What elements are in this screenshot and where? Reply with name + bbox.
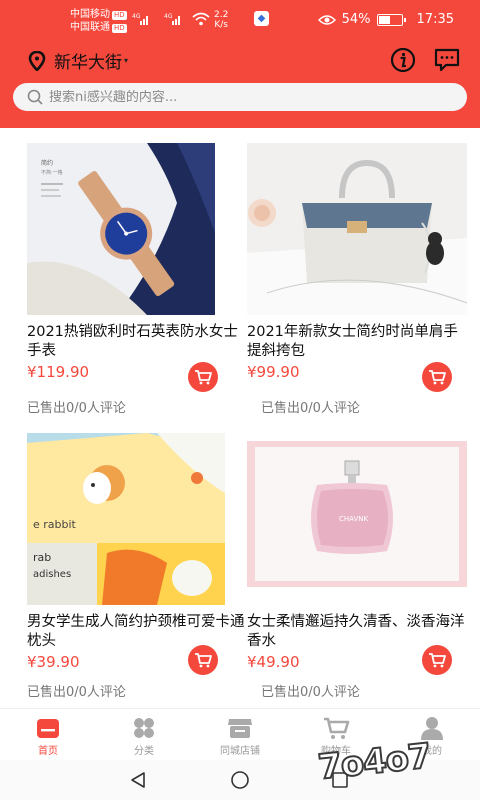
network-speed: 2.2 K/s (214, 10, 229, 30)
svg-text:4G: 4G (164, 13, 173, 20)
store-icon (228, 719, 252, 738)
location-label: 新华大街 (54, 53, 122, 73)
app-header: 新华大街 ▾ (0, 40, 480, 80)
home-icon (37, 719, 59, 738)
status-bar: 中国移动 HD 中国联通 HD 4G 4G 2.2 K/s ◆ 54% 17:35 (0, 0, 480, 40)
search-bar[interactable] (13, 83, 467, 111)
tab-label: 同城店铺 (220, 746, 260, 757)
eye-icon (317, 14, 336, 25)
svg-text:e rabbit: e rabbit (33, 518, 77, 531)
info-icon[interactable] (389, 46, 417, 74)
clock: 17:35 (416, 12, 454, 27)
hd-badge: HD (112, 11, 127, 20)
tab-label: 分类 (134, 746, 154, 757)
status-right: 54% 17:35 (317, 12, 454, 27)
svg-text:简约: 简约 (41, 159, 53, 167)
product-image-handbag[interactable] (247, 143, 467, 315)
product-title[interactable]: 男女学生成人简约护颈椎可爱卡通枕头 (27, 613, 247, 651)
tab-category[interactable]: 分类 (96, 709, 192, 760)
back-icon[interactable] (128, 770, 148, 790)
svg-text:CHAVNK: CHAVNK (339, 515, 369, 523)
signal-icon: 4G (132, 13, 148, 25)
product-card[interactable]: CHAVNK 女士柔情邂逅持久清香、淡香海洋香水 ¥49.90 已售出0/0人评… (247, 441, 467, 700)
product-card[interactable]: e rabbit rab adishes 男女学生成人简约护颈椎可爱卡通枕头 ¥… (27, 433, 247, 700)
category-icon (134, 718, 154, 738)
product-card[interactable]: 2021年新款女士简约时尚单肩手提斜挎包 ¥99.90 已售出0/0人评论 (247, 143, 467, 416)
svg-text:adishes: adishes (33, 569, 71, 580)
search-input[interactable] (49, 89, 449, 105)
cart-icon (429, 653, 446, 668)
add-to-cart-button[interactable] (188, 645, 218, 675)
add-to-cart-button[interactable] (422, 362, 452, 392)
location-selector[interactable]: 新华大街 ▾ (28, 48, 128, 73)
product-title[interactable]: 2021热销欧利时石英表防水女士手表 (27, 323, 247, 361)
tab-label: 首页 (38, 746, 58, 757)
battery-percent: 54% (341, 12, 371, 27)
carrier-1: 中国移动 (70, 9, 110, 20)
home-nav-icon[interactable] (229, 770, 251, 790)
wifi-icon (192, 12, 210, 26)
product-image-perfume[interactable]: CHAVNK (247, 441, 467, 587)
svg-text:rab: rab (33, 551, 51, 564)
shield-icon: ◆ (254, 11, 269, 26)
carrier-2: 中国联通 (70, 22, 110, 33)
add-to-cart-button[interactable] (188, 362, 218, 392)
tab-stores[interactable]: 同城店铺 (192, 709, 288, 760)
search-icon (27, 89, 43, 105)
chevron-down-icon: ▾ (124, 56, 129, 65)
add-to-cart-button[interactable] (422, 645, 452, 675)
sold-count: 已售出0/0人评论 (27, 401, 126, 416)
svg-text:不简·一格: 不简·一格 (41, 169, 63, 176)
sold-count: 已售出0/0人评论 (261, 401, 360, 416)
product-image-watch[interactable]: 简约 不简·一格 (27, 143, 215, 315)
carrier-info: 中国移动 HD 中国联通 HD (70, 8, 127, 34)
cart-icon (429, 370, 446, 385)
product-image-pillow[interactable]: e rabbit rab adishes (27, 433, 225, 605)
svg-text:4G: 4G (132, 13, 141, 20)
signal-icon-2: 4G (164, 13, 180, 25)
sold-count: 已售出0/0人评论 (261, 685, 360, 700)
sold-count: 已售出0/0人评论 (27, 685, 126, 700)
battery-icon (376, 13, 406, 26)
cart-icon (195, 370, 212, 385)
tab-home[interactable]: 首页 (0, 709, 96, 760)
product-title[interactable]: 2021年新款女士简约时尚单肩手提斜挎包 (247, 323, 467, 361)
product-card[interactable]: 简约 不简·一格 2021热销欧利时石英表防水女士手表 ¥119.90 已售出0… (27, 143, 247, 416)
message-icon[interactable] (433, 46, 461, 74)
cart-icon (195, 653, 212, 668)
location-pin-icon (28, 50, 46, 71)
cart-icon (324, 717, 350, 739)
hd-badge: HD (112, 24, 127, 33)
